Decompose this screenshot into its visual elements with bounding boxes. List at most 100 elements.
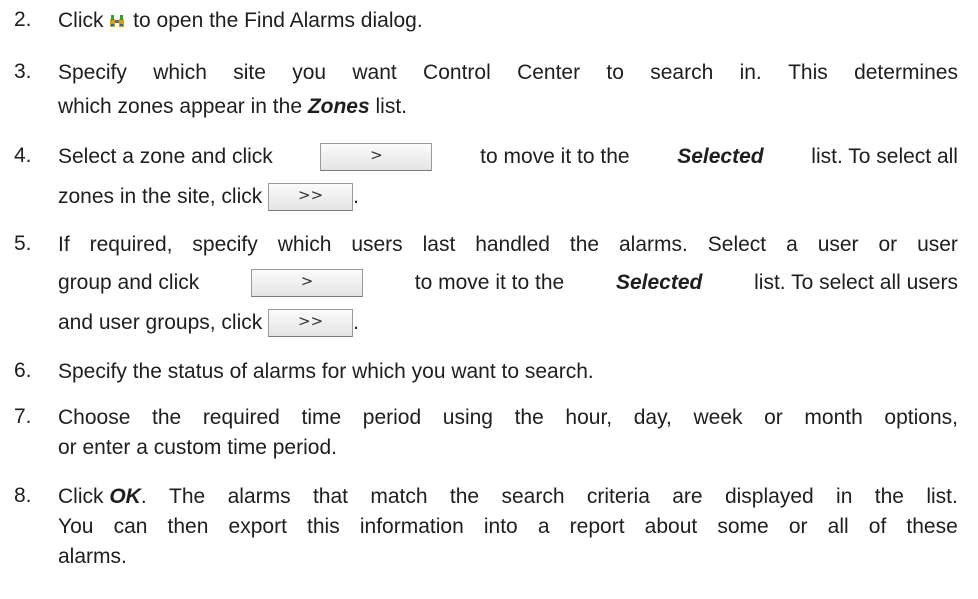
binoculars-icon[interactable] (109, 5, 125, 27)
word: required, (89, 233, 173, 256)
selected-list-reference: Selected (615, 271, 703, 294)
word: report (569, 515, 625, 538)
text: group and click (58, 271, 200, 294)
step-text-line: alarms. (58, 545, 127, 568)
word: the (152, 406, 182, 429)
word: specify (192, 233, 258, 256)
word: required (202, 406, 280, 429)
word: determines (854, 61, 958, 84)
step-text-line: Specify which site you want Control Cent… (58, 56, 958, 90)
word: Specify (58, 61, 127, 84)
text: list. To select all (811, 145, 958, 168)
word: the (874, 485, 904, 508)
word: You (58, 515, 94, 538)
word: users (351, 233, 403, 256)
word: or (764, 406, 783, 429)
step-number: 6. (14, 359, 32, 382)
word: this (307, 515, 340, 538)
text: zones in the site, click (58, 185, 269, 208)
word: time (301, 406, 342, 429)
word: can (113, 515, 148, 538)
word: are (672, 485, 703, 508)
word: to (606, 61, 624, 84)
step-number: 4. (14, 144, 32, 167)
text: . (353, 185, 359, 208)
text: to move it to the (480, 145, 630, 168)
step-text: Specify the status of alarms for which y… (58, 360, 594, 383)
text: list. (369, 95, 408, 118)
move-all-button[interactable]: >> (268, 183, 354, 212)
step-number: 8. (14, 484, 32, 507)
word: into (483, 515, 518, 538)
word: the (449, 485, 480, 508)
word: month (804, 406, 863, 429)
text: list. To select all users (754, 271, 958, 294)
word: Select (707, 233, 767, 256)
move-selected-button[interactable]: > (251, 269, 364, 297)
move-selected-button[interactable]: > (320, 143, 433, 171)
word: which (277, 233, 332, 256)
word: search (501, 485, 565, 508)
word: week (693, 406, 743, 429)
step-text-line: zones in the site, click >>. (58, 180, 958, 214)
word: information (359, 515, 464, 538)
word: these (906, 515, 958, 538)
step-text: Click (58, 9, 104, 32)
word: in (836, 485, 853, 508)
word: criteria (586, 485, 650, 508)
word: a (786, 233, 798, 256)
step-text-line: and user groups, click >>. (58, 306, 958, 340)
zones-list-reference: Zones (307, 95, 370, 118)
step-text-line: Select a zone and click > to move it to … (58, 140, 958, 174)
word: of (868, 515, 887, 538)
step-text-line: group and click > to move it to the Sele… (58, 266, 958, 300)
word: Center (517, 61, 581, 84)
word: site (233, 61, 266, 84)
word: The (169, 485, 206, 508)
word: last (422, 233, 456, 256)
text: Select a zone and click (58, 145, 273, 168)
word: all (827, 515, 849, 538)
text: to move it to the (414, 271, 565, 294)
click-ok-text: Click OK. (58, 485, 147, 508)
instructions-document: 2. Click to open the Find Alarms dialog. (0, 0, 978, 599)
word: using (442, 406, 493, 429)
word: period (362, 406, 422, 429)
word: or (878, 233, 898, 256)
word: the (569, 233, 600, 256)
word: which (153, 61, 207, 84)
step-text-line: You can then export this information int… (58, 510, 958, 544)
text: and user groups, click (58, 311, 269, 334)
text: . (353, 311, 359, 334)
word: alarms. (619, 233, 688, 256)
move-all-button[interactable]: >> (268, 309, 354, 338)
word: list. (926, 485, 958, 508)
word: This (788, 61, 828, 84)
word: that (312, 485, 348, 508)
ok-button-reference: OK (109, 485, 141, 508)
text: Click (58, 485, 110, 508)
step-text-line: which zones appear in the Zones list. (58, 90, 958, 124)
word: about (644, 515, 698, 538)
word: Choose (58, 406, 131, 429)
word: Control (423, 61, 491, 84)
word: in. (739, 61, 762, 84)
step-text-line: Click OK. The alarms that match the sear… (58, 480, 958, 514)
step-number: 7. (14, 405, 32, 428)
word: a (537, 515, 550, 538)
word: hour, (565, 406, 613, 429)
word: If (58, 233, 70, 256)
word: search (650, 61, 714, 84)
word: some (717, 515, 769, 538)
step-number: 3. (14, 60, 32, 83)
word: want (352, 61, 397, 84)
step-text-line: or enter a custom time period. (58, 436, 337, 459)
word: displayed (724, 485, 814, 508)
step-text-line: If required, specify which users last ha… (58, 228, 958, 262)
selected-list-reference: Selected (677, 145, 764, 168)
step-text: to open the Find Alarms dialog. (127, 9, 423, 32)
word: or (788, 515, 808, 538)
word: you (292, 61, 327, 84)
word: user (817, 233, 859, 256)
word: then (167, 515, 209, 538)
